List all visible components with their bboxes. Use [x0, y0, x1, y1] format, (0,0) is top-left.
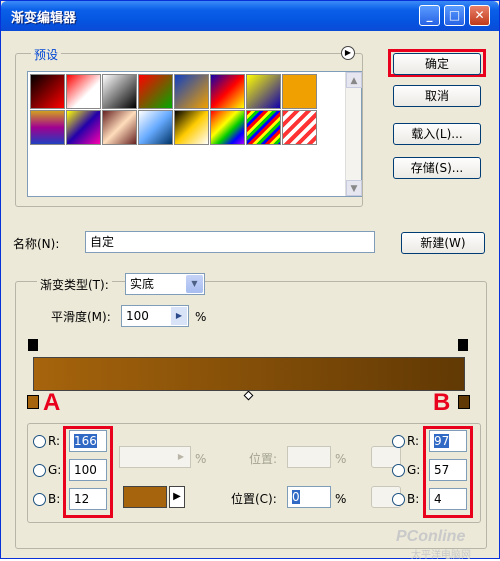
opacity-unit: % — [195, 452, 207, 466]
opacity-stop-left[interactable] — [28, 339, 38, 351]
gradient-type-value: 实底 — [130, 277, 155, 291]
annotation-a: A — [43, 389, 61, 416]
close-button[interactable]: ✕ — [469, 5, 490, 26]
g-label-right: G: — [407, 463, 421, 477]
color-position-input[interactable]: 0 — [287, 486, 331, 508]
radio-b-left[interactable] — [33, 493, 46, 506]
r-label-left: R: — [48, 434, 61, 448]
opacity-position-input — [287, 446, 331, 468]
load-button[interactable]: 载入(L)... — [393, 123, 481, 145]
chevron-right-icon[interactable]: ▶ — [171, 307, 187, 325]
r-value-right: 97 — [434, 434, 450, 448]
annotation-b: B — [433, 389, 451, 416]
gradient-type-label: 渐变类型(T): — [37, 278, 112, 292]
new-button[interactable]: 新建(W) — [401, 232, 485, 254]
chevron-right-icon: ▶ — [177, 452, 185, 461]
radio-b-right[interactable] — [392, 493, 405, 506]
presets-swatch-list: ▲ ▼ — [27, 71, 362, 197]
b-input-right[interactable]: 4 — [429, 488, 467, 510]
preset-swatch[interactable] — [138, 74, 173, 109]
preset-swatch[interactable] — [66, 74, 101, 109]
opacity-position-unit: % — [335, 452, 347, 466]
r-value-left: 166 — [74, 434, 97, 448]
color-swatch[interactable] — [123, 486, 167, 508]
preset-swatch[interactable] — [174, 74, 209, 109]
preset-swatch[interactable] — [282, 110, 317, 145]
radio-g-left[interactable] — [33, 464, 46, 477]
g-label-left: G: — [48, 463, 62, 477]
gradient-preview-bar[interactable] — [33, 357, 465, 391]
presets-menu-icon[interactable]: ▶ — [341, 46, 355, 60]
opacity-stop-right[interactable] — [458, 339, 468, 351]
scroll-up-icon[interactable]: ▲ — [346, 72, 362, 88]
smoothness-label: 平滑度(M): — [51, 310, 111, 324]
color-stop-left[interactable] — [27, 395, 39, 409]
preset-swatch[interactable] — [138, 110, 173, 145]
color-stop-right[interactable] — [458, 395, 470, 409]
r-label-right: R: — [407, 434, 420, 448]
preset-swatch[interactable] — [66, 110, 101, 145]
color-position-value: 0 — [292, 490, 300, 504]
gradient-type-select[interactable]: 实底 ▼ — [125, 273, 205, 295]
preset-swatch[interactable] — [30, 74, 65, 109]
r-input-right[interactable]: 97 — [429, 430, 467, 452]
color-menu-arrow-icon[interactable]: ▶ — [169, 486, 185, 508]
gradient-editor-window: 渐变编辑器 _ □ ✕ 预设 ▶ ▲ ▼ 确定 取消 载入(L)... 存储(S… — [0, 0, 500, 561]
preset-swatch[interactable] — [246, 74, 281, 109]
name-label: 名称(N): — [13, 237, 60, 251]
color-position-unit: % — [335, 492, 347, 506]
preset-swatch[interactable] — [282, 74, 317, 109]
r-input-left[interactable]: 166 — [69, 430, 107, 452]
minimize-button[interactable]: _ — [419, 5, 440, 26]
preset-swatch[interactable] — [210, 74, 245, 109]
color-position-label: 位置(C): — [231, 492, 277, 506]
maximize-button[interactable]: □ — [444, 5, 465, 26]
preset-swatch[interactable] — [174, 110, 209, 145]
radio-g-right[interactable] — [392, 464, 405, 477]
preset-swatch[interactable] — [210, 110, 245, 145]
smoothness-unit: % — [195, 310, 207, 324]
radio-r-right[interactable] — [392, 435, 405, 448]
opacity-input: ▶ — [119, 446, 191, 468]
preset-swatch[interactable] — [246, 110, 281, 145]
scroll-down-icon[interactable]: ▼ — [346, 180, 362, 196]
chevron-down-icon: ▼ — [186, 275, 203, 293]
presets-scrollbar[interactable]: ▲ ▼ — [345, 72, 362, 196]
smoothness-value: 100 — [126, 309, 149, 323]
b-input-left[interactable]: 12 — [69, 488, 107, 510]
opacity-position-label: 位置: — [249, 452, 278, 466]
preset-swatch[interactable] — [102, 74, 137, 109]
preset-swatch[interactable] — [30, 110, 65, 145]
watermark-logo: PConline — [396, 528, 466, 545]
presets-legend: 预设 — [31, 46, 62, 63]
preset-swatch[interactable] — [102, 110, 137, 145]
save-button[interactable]: 存储(S)... — [393, 157, 481, 179]
b-label-left: B: — [48, 492, 61, 506]
title-bar[interactable]: 渐变编辑器 _ □ ✕ — [1, 1, 499, 31]
name-input[interactable]: 自定 — [85, 231, 375, 253]
cancel-button[interactable]: 取消 — [393, 85, 481, 107]
window-title: 渐变编辑器 — [11, 11, 77, 26]
b-label-right: B: — [407, 492, 420, 506]
ok-button[interactable]: 确定 — [393, 53, 481, 75]
g-input-left[interactable]: 100 — [69, 459, 107, 481]
smoothness-input[interactable]: 100 ▶ — [121, 305, 189, 327]
g-input-right[interactable]: 57 — [429, 459, 467, 481]
radio-r-left[interactable] — [33, 435, 46, 448]
